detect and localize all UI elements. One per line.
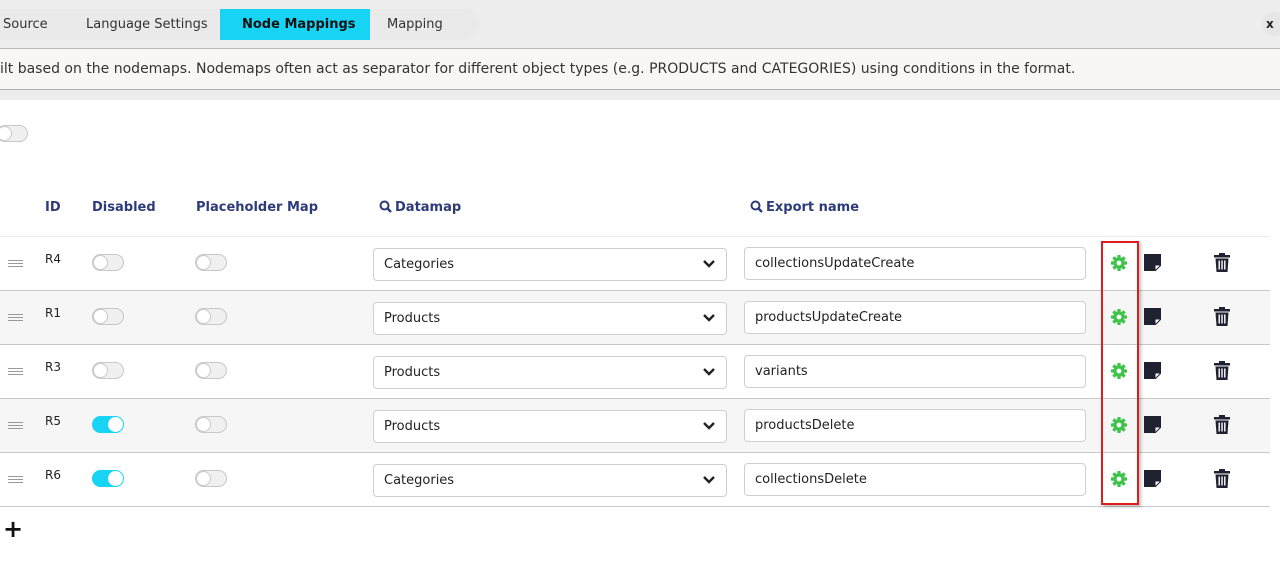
export-name-input[interactable]: productsDelete	[744, 409, 1086, 442]
row-id: R4	[45, 252, 61, 266]
trash-icon[interactable]	[1214, 307, 1230, 326]
chevron-down-icon	[703, 368, 715, 376]
note-icon[interactable]	[1144, 416, 1161, 433]
table-row: R6 Categories collectionsDelete	[0, 453, 1270, 507]
info-text: ilt based on the nodemaps. Nodemaps ofte…	[0, 49, 1280, 90]
search-icon	[379, 200, 392, 213]
step-mapping[interactable]: Mapping	[370, 9, 470, 40]
disabled-toggle[interactable]	[92, 254, 124, 271]
wizard-steps: Source Language Settings Node Mappings M…	[0, 0, 1280, 49]
toggle-knob	[196, 309, 211, 324]
export-name-input[interactable]: variants	[744, 355, 1086, 388]
table-row: R1 Products productsUpdateCreate	[0, 291, 1270, 345]
toggle-knob	[93, 255, 108, 270]
trash-icon[interactable]	[1214, 253, 1230, 272]
drag-handle-icon[interactable]	[8, 314, 23, 323]
top-toggle[interactable]	[0, 125, 28, 142]
datamap-value: Products	[384, 311, 441, 326]
disabled-toggle[interactable]	[92, 308, 124, 325]
header-export-name[interactable]: Export name	[750, 200, 859, 215]
datamap-select[interactable]: Products	[373, 356, 727, 389]
drag-handle-icon[interactable]	[8, 368, 23, 377]
table-row: R3 Products variants	[0, 345, 1270, 399]
gear-icon[interactable]	[1110, 308, 1128, 326]
step-source[interactable]: Source	[0, 9, 66, 40]
info-divider	[0, 90, 1280, 100]
gear-icon[interactable]	[1110, 470, 1128, 488]
placeholder-map-toggle[interactable]	[195, 254, 227, 271]
gear-icon[interactable]	[1110, 416, 1128, 434]
step-node-mappings[interactable]: Node Mappings	[220, 9, 374, 40]
datamap-value: Categories	[384, 257, 455, 272]
chevron-down-icon	[703, 476, 715, 484]
drag-handle-icon[interactable]	[8, 476, 23, 485]
note-icon[interactable]	[1144, 362, 1161, 379]
trash-icon[interactable]	[1214, 415, 1230, 434]
step-separator	[470, 9, 482, 39]
step-language-settings[interactable]: Language Settings	[64, 9, 224, 40]
export-name-input[interactable]: collectionsUpdateCreate	[744, 247, 1086, 280]
toggle-knob	[196, 471, 211, 486]
header-placeholder-map: Placeholder Map	[196, 200, 318, 215]
header-disabled: Disabled	[92, 200, 156, 215]
header-datamap-label: Datamap	[395, 200, 462, 215]
toggle-knob	[93, 363, 108, 378]
add-row-button[interactable]: +	[3, 517, 23, 541]
chevron-down-icon	[703, 260, 715, 268]
toggle-knob	[196, 363, 211, 378]
close-button[interactable]: x	[1262, 12, 1280, 36]
trash-icon[interactable]	[1214, 469, 1230, 488]
placeholder-map-toggle[interactable]	[195, 470, 227, 487]
row-id: R5	[45, 414, 61, 428]
row-id: R6	[45, 468, 61, 482]
table-row: R4 Categories collectionsUpdateCreate	[0, 237, 1270, 291]
datamap-select[interactable]: Categories	[373, 464, 727, 497]
placeholder-map-toggle[interactable]	[195, 362, 227, 379]
note-icon[interactable]	[1144, 470, 1161, 487]
datamap-value: Categories	[384, 473, 455, 488]
chevron-down-icon	[703, 422, 715, 430]
disabled-toggle[interactable]	[92, 470, 124, 487]
gear-icon[interactable]	[1110, 362, 1128, 380]
row-id: R1	[45, 306, 61, 320]
trash-icon[interactable]	[1214, 361, 1230, 380]
toggle-knob	[196, 417, 211, 432]
note-icon[interactable]	[1144, 254, 1161, 271]
drag-handle-icon[interactable]	[8, 422, 23, 431]
drag-handle-icon[interactable]	[8, 260, 23, 269]
header-id: ID	[45, 200, 61, 215]
export-name-input[interactable]: collectionsDelete	[744, 463, 1086, 496]
placeholder-map-toggle[interactable]	[195, 308, 227, 325]
datamap-select[interactable]: Products	[373, 410, 727, 443]
toggle-knob	[196, 255, 211, 270]
note-icon[interactable]	[1144, 308, 1161, 325]
chevron-down-icon	[703, 314, 715, 322]
datamap-select[interactable]: Products	[373, 302, 727, 335]
datamap-value: Products	[384, 365, 441, 380]
row-id: R3	[45, 360, 61, 374]
header-datamap[interactable]: Datamap	[379, 200, 461, 215]
export-name-input[interactable]: productsUpdateCreate	[744, 301, 1086, 334]
disabled-toggle[interactable]	[92, 416, 124, 433]
search-icon	[750, 200, 763, 213]
toggle-knob	[0, 126, 12, 141]
toggle-knob	[108, 471, 123, 486]
gear-icon[interactable]	[1110, 254, 1128, 272]
datamap-value: Products	[384, 419, 441, 434]
datamap-select[interactable]: Categories	[373, 248, 727, 281]
table-row: R5 Products productsDelete	[0, 399, 1270, 453]
placeholder-map-toggle[interactable]	[195, 416, 227, 433]
toggle-knob	[93, 309, 108, 324]
header-export-name-label: Export name	[766, 200, 860, 215]
disabled-toggle[interactable]	[92, 362, 124, 379]
toggle-knob	[108, 417, 123, 432]
